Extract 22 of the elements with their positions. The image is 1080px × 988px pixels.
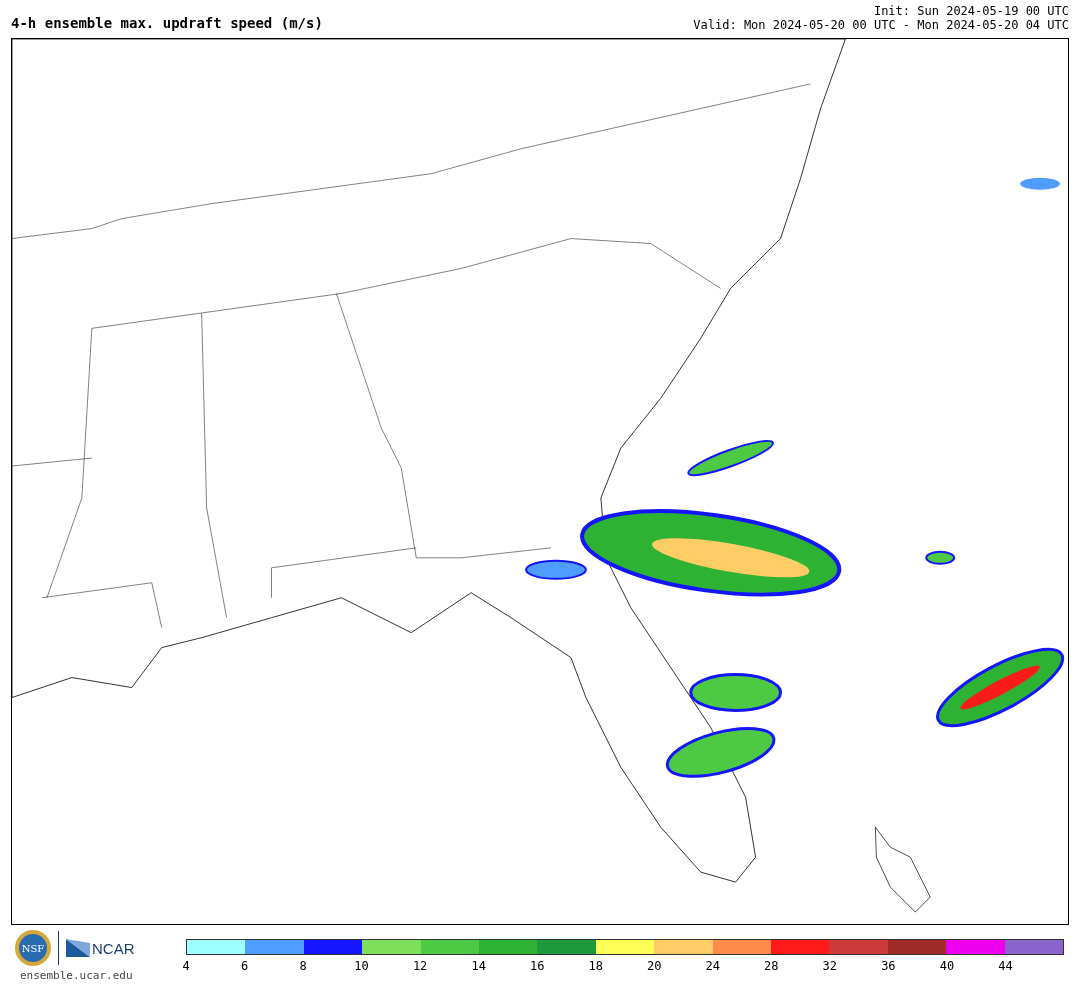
tick-label: 20 (647, 959, 662, 973)
chart-title: 4-h ensemble max. updraft speed (m/s) (11, 15, 323, 31)
ncar-logo: NCAR (66, 939, 135, 957)
valid-time: Valid: Mon 2024-05-20 00 UTC - Mon 2024-05-20 04 UTC (693, 18, 1069, 32)
tick-label: 36 (881, 959, 896, 973)
tick-label: 6 (240, 959, 249, 973)
tick-label: 4 (182, 959, 190, 973)
init-time: Init: Sun 2024-05-19 00 UTC (873, 4, 1069, 18)
tick-label: 16 (529, 959, 545, 973)
tick-label: 10 (354, 959, 369, 973)
divider-line-icon (58, 931, 60, 965)
tick-label: 12 (412, 959, 428, 973)
tick-label: 40 (939, 959, 955, 973)
tick-label: 24 (705, 959, 720, 973)
tick-label: 32 (822, 959, 838, 973)
tick-label: 28 (764, 959, 779, 973)
site-url: ensemble.ucar.edu (20, 969, 133, 982)
tick-label: 44 (998, 959, 1013, 973)
tick-label: 14 (471, 959, 486, 973)
tick-label: 18 (588, 959, 603, 973)
nsf-logo: NSF (14, 929, 52, 967)
tick-label: 8 (299, 959, 307, 973)
